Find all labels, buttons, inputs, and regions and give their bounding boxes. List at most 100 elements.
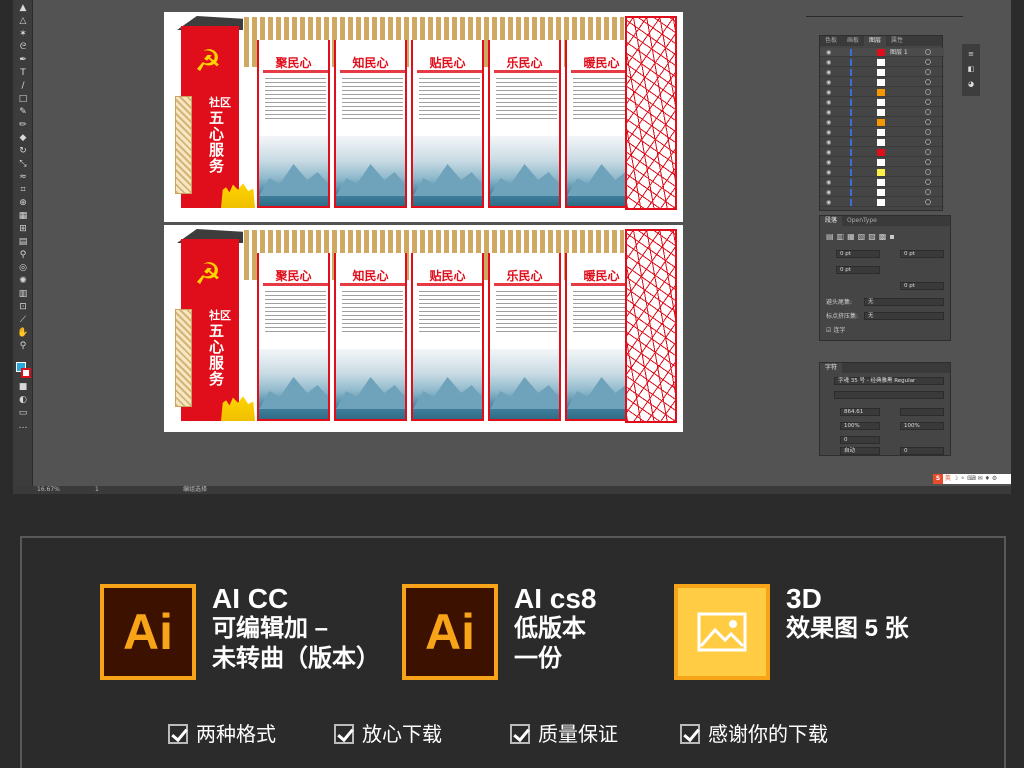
line-tool-icon[interactable]: / [16, 81, 30, 91]
screen-mode-icon[interactable]: ▭ [16, 408, 30, 418]
visibility-eye-icon[interactable]: ◉ [826, 59, 831, 66]
layer-row[interactable]: ◉ [820, 128, 944, 137]
mojikumi-select[interactable]: 无 [864, 312, 944, 320]
shape-builder-tool-icon[interactable]: ⊕ [16, 198, 30, 208]
visibility-eye-icon[interactable]: ◉ [826, 129, 831, 136]
tab-properties[interactable]: 属性 [886, 36, 908, 46]
panel-menu-icon[interactable]: ≡ [966, 50, 976, 58]
target-circle-icon[interactable] [925, 49, 931, 55]
kerning-field[interactable]: 0 [840, 436, 880, 444]
ime-tools-icon[interactable]: ☽ ⚬ ⌨ ✉ ♦ ⚙ [953, 475, 997, 482]
mesh-tool-icon[interactable]: ⊞ [16, 224, 30, 234]
ime-language[interactable]: 英 [945, 475, 951, 482]
layer-row[interactable]: ◉ [820, 78, 944, 87]
horizontal-scale-field[interactable]: 100% [900, 422, 944, 430]
eraser-tool-icon[interactable]: ◆ [16, 133, 30, 143]
layer-row[interactable]: ◉ [820, 138, 944, 147]
scale-tool-icon[interactable]: ⤡ [16, 159, 30, 169]
artboard-tool-icon[interactable]: ⊡ [16, 302, 30, 312]
tab-artboards[interactable]: 画板 [842, 36, 864, 46]
magic-wand-tool-icon[interactable]: ✶ [16, 29, 30, 39]
target-circle-icon[interactable] [925, 89, 931, 95]
drawing-mode-icon[interactable]: ◐ [16, 395, 30, 405]
symbol-sprayer-tool-icon[interactable]: ✺ [16, 276, 30, 286]
kinsoku-select[interactable]: 无 [864, 298, 944, 306]
target-circle-icon[interactable] [925, 139, 931, 145]
left-indent-field[interactable]: 0 pt [836, 250, 880, 258]
target-circle-icon[interactable] [925, 69, 931, 75]
align-buttons-icon[interactable]: ▤▥▦▧▨▩▪ [826, 232, 898, 241]
more-tools-icon[interactable]: … [16, 421, 30, 431]
graph-tool-icon[interactable]: ▥ [16, 289, 30, 299]
visibility-eye-icon[interactable]: ◉ [826, 179, 831, 186]
tab-character[interactable]: 字符 [820, 363, 843, 373]
visibility-eye-icon[interactable]: ◉ [826, 189, 831, 196]
layer-row[interactable]: ◉ [820, 98, 944, 107]
rectangle-tool-icon[interactable]: □ [16, 94, 30, 104]
transparency-icon[interactable]: ◧ [966, 65, 976, 73]
visibility-eye-icon[interactable]: ◉ [826, 169, 831, 176]
layer-row[interactable]: ◉ [820, 178, 944, 187]
layer-row[interactable]: ◉ [820, 168, 944, 177]
space-after-field[interactable]: 0 pt [900, 282, 944, 290]
visibility-eye-icon[interactable]: ◉ [826, 99, 831, 106]
stroke-color-swatch[interactable] [21, 368, 31, 378]
artboard-canvas[interactable]: ☭ 社区 五心服务 聚民心 知民心 贴民心 乐民心 暖民心 ☭ 社区 五心服务 … [33, 0, 1011, 486]
layer-row[interactable]: ◉ 图层 1 [820, 48, 944, 57]
target-circle-icon[interactable] [925, 99, 931, 105]
target-circle-icon[interactable] [925, 189, 931, 195]
target-circle-icon[interactable] [925, 179, 931, 185]
layer-row[interactable]: ◉ [820, 68, 944, 77]
blend-tool-icon[interactable]: ◎ [16, 263, 30, 273]
slice-tool-icon[interactable]: ⟋ [16, 315, 30, 325]
gradient-tool-icon[interactable]: ▤ [16, 237, 30, 247]
hand-tool-icon[interactable]: ✋ [16, 328, 30, 338]
layer-row[interactable]: ◉ [820, 188, 944, 197]
layer-row[interactable]: ◉ [820, 148, 944, 157]
layer-name[interactable]: 图层 1 [890, 48, 908, 57]
checkbox-icon[interactable]: ☑ [826, 327, 831, 334]
appearance-icon[interactable]: ◕ [966, 80, 976, 88]
target-circle-icon[interactable] [925, 119, 931, 125]
rotate-tool-icon[interactable]: ↻ [16, 146, 30, 156]
layer-row[interactable]: ◉ [820, 118, 944, 127]
color-mode-icon[interactable]: ■ [16, 382, 30, 392]
right-indent-field[interactable]: 0 pt [900, 250, 944, 258]
visibility-eye-icon[interactable]: ◉ [826, 79, 831, 86]
selection-tool-icon[interactable]: ▲ [16, 3, 30, 13]
ime-toolbar[interactable]: S 英 ☽ ⚬ ⌨ ✉ ♦ ⚙ [933, 474, 1011, 484]
artboard[interactable]: ☭ 社区 五心服务 聚民心 知民心 贴民心 乐民心 暖民心 [164, 12, 683, 222]
layer-row[interactable]: ◉ [820, 158, 944, 167]
layer-row[interactable]: ◉ [820, 88, 944, 97]
visibility-eye-icon[interactable]: ◉ [826, 159, 831, 166]
tab-paragraph[interactable]: 段落 [820, 216, 843, 226]
zoom-tool-icon[interactable]: ⚲ [16, 341, 30, 351]
visibility-eye-icon[interactable]: ◉ [826, 69, 831, 76]
pencil-tool-icon[interactable]: ✏ [16, 120, 30, 130]
tab-opentype[interactable]: OpenType [842, 216, 882, 226]
visibility-eye-icon[interactable]: ◉ [826, 149, 831, 156]
baseline-field[interactable]: 0 [900, 447, 944, 455]
target-circle-icon[interactable] [925, 159, 931, 165]
first-line-indent-field[interactable]: 0 pt [836, 266, 880, 274]
target-circle-icon[interactable] [925, 109, 931, 115]
font-family-select[interactable]: 字魂 35 号 - 经典雅黑 Regular [834, 377, 944, 385]
tab-layers[interactable]: 图层 [864, 36, 887, 46]
target-circle-icon[interactable] [925, 169, 931, 175]
visibility-eye-icon[interactable]: ◉ [826, 119, 831, 126]
type-tool-icon[interactable]: T [16, 68, 30, 78]
direct-selection-tool-icon[interactable]: △ [16, 16, 30, 26]
layer-row[interactable]: ◉ [820, 58, 944, 67]
free-transform-tool-icon[interactable]: ⌗ [16, 185, 30, 195]
font-size-field[interactable]: 864.61 [840, 408, 880, 416]
artboard[interactable]: ☭ 社区 五心服务 聚民心 知民心 贴民心 乐民心 暖民心 [164, 225, 683, 432]
pen-tool-icon[interactable]: ✒ [16, 55, 30, 65]
vertical-scale-field[interactable]: 100% [840, 422, 880, 430]
lasso-tool-icon[interactable]: ᘓ [16, 42, 30, 52]
zoom-level[interactable]: 16.67% [37, 486, 60, 494]
tab-swatches[interactable]: 色板 [820, 36, 842, 46]
visibility-eye-icon[interactable]: ◉ [826, 89, 831, 96]
layer-row[interactable]: ◉ [820, 108, 944, 117]
status-mode[interactable]: 编组选择 [183, 486, 207, 494]
target-circle-icon[interactable] [925, 59, 931, 65]
